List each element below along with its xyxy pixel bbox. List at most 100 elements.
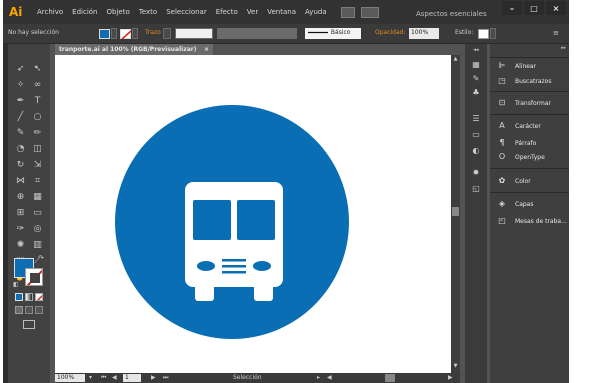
stroke-swatch[interactable] (120, 29, 132, 40)
stroke-label[interactable]: Trazo (145, 29, 161, 36)
brush-definition-dropdown[interactable]: Básico (305, 28, 361, 39)
zoom-field[interactable]: 100% (55, 374, 85, 382)
menu-ventana[interactable]: Ventana (267, 8, 296, 16)
artboard-canvas[interactable] (55, 55, 451, 373)
draw-normal-icon[interactable] (15, 306, 23, 314)
vertical-scroll-thumb[interactable] (452, 207, 459, 216)
panel-buscatrazos[interactable]: ◳ Buscatrazos (490, 74, 569, 88)
graphic-style-dropdown[interactable] (490, 28, 496, 39)
panel-color[interactable]: ✿ Color (490, 174, 569, 188)
width-icon[interactable]: ⋈ (12, 173, 29, 189)
fill-swatch[interactable] (99, 29, 110, 39)
gradient-icon[interactable]: ▭ (29, 205, 46, 221)
selection-icon[interactable]: ➶ (12, 61, 29, 77)
none-mode-icon[interactable] (35, 293, 43, 301)
panel-alinear[interactable]: ⊫ Alinear (490, 59, 569, 73)
close-tab-icon[interactable]: × (204, 44, 209, 55)
scroll-right-icon[interactable]: ▶ (448, 374, 453, 382)
next-artboard-icon[interactable]: ▶ (151, 374, 156, 382)
document-tab[interactable]: tranporte.ai al 100% (RGB/Previsualizar)… (55, 44, 213, 55)
ellipse-icon[interactable]: ○ (29, 109, 46, 125)
screen-mode-icon[interactable] (23, 320, 35, 329)
menu-edicion[interactable]: Edición (72, 8, 97, 16)
panel-opentype[interactable]: O OpenType (490, 150, 569, 164)
swatches-icon[interactable]: ▦ (470, 60, 482, 70)
variable-width-dropdown[interactable] (217, 28, 297, 39)
control-panel-menu-icon[interactable]: ≡ (553, 29, 559, 37)
opacity-field[interactable]: 100% (409, 28, 439, 39)
graph-icon[interactable]: ▥ (29, 237, 46, 253)
stroke-color-box[interactable] (25, 268, 43, 286)
close-button[interactable]: × (546, 1, 566, 15)
blend-icon[interactable]: ◎ (29, 221, 46, 237)
draw-inside-icon[interactable] (35, 306, 43, 314)
first-artboard-icon[interactable]: ⏮ (101, 374, 106, 382)
perspective-icon[interactable]: ▦ (29, 189, 46, 205)
menu-ver[interactable]: Ver (247, 8, 258, 16)
menu-archivo[interactable]: Archivo (37, 8, 63, 16)
menu-objeto[interactable]: Objeto (107, 8, 130, 16)
line-icon[interactable]: ╱ (12, 109, 29, 125)
eyedropper-icon[interactable]: ✑ (12, 221, 29, 237)
panels-collapse-icon[interactable]: ▸▸ (561, 45, 566, 51)
current-tool-status[interactable]: Selección (233, 374, 262, 382)
status-menu-icon[interactable]: ▸ (317, 374, 320, 382)
default-colors-icon[interactable]: ◧ (13, 281, 19, 288)
free-transform-icon[interactable]: ⌗ (29, 173, 46, 189)
eraser-icon[interactable]: ◫ (29, 141, 46, 157)
last-artboard-icon[interactable]: ⏭ (163, 374, 168, 382)
stroke-weight-dropdown[interactable] (175, 28, 213, 39)
panel-transformar[interactable]: ⊡ Transformar (490, 96, 569, 110)
symbols-icon[interactable]: ♣ (470, 88, 482, 98)
menu-ayuda[interactable]: Ayuda (305, 8, 327, 16)
appearance-panel-icon[interactable]: ✹ (470, 168, 482, 178)
workspace-switcher[interactable]: Aspectos esenciales (416, 10, 487, 18)
zoom-dropdown-icon[interactable]: ▾ (89, 374, 92, 382)
fill-dropdown[interactable] (111, 28, 117, 39)
panel-parrafo[interactable]: ¶ Párrafo (490, 136, 569, 150)
mesh-icon[interactable]: ⊞ (12, 205, 29, 221)
panel-caracter[interactable]: A Carácter (490, 119, 569, 133)
maximize-button[interactable]: □ (524, 1, 544, 15)
stroke-panel-icon[interactable]: ☰ (470, 114, 482, 124)
bus-icon-artwork[interactable] (55, 55, 451, 373)
lasso-icon[interactable]: ∞ (29, 77, 46, 93)
direct-selection-icon[interactable]: ➷ (29, 61, 46, 77)
gradient-panel-icon[interactable]: ▭ (470, 130, 482, 140)
panel-capas[interactable]: ◈ Capas (490, 197, 569, 211)
menu-efecto[interactable]: Efecto (216, 8, 238, 16)
graphic-style-swatch[interactable] (478, 29, 489, 39)
shape-builder-icon[interactable]: ⊕ (12, 189, 29, 205)
rotate-icon[interactable]: ↻ (12, 157, 29, 173)
draw-behind-icon[interactable] (25, 306, 33, 314)
blob-brush-icon[interactable]: ◔ (12, 141, 29, 157)
vertical-scrollbar[interactable]: ▲ ▼ (451, 55, 460, 373)
stroke-weight-field[interactable] (163, 28, 171, 39)
gradient-mode-icon[interactable] (25, 293, 33, 301)
color-mode-icon[interactable] (15, 293, 23, 301)
previous-artboard-icon[interactable]: ◀ (112, 374, 117, 382)
swap-fill-stroke-icon[interactable]: ↷ (38, 254, 44, 262)
horizontal-scroll-thumb[interactable] (385, 374, 395, 382)
brushes-icon[interactable]: ✎ (470, 74, 482, 84)
pencil-icon[interactable]: ✏ (29, 125, 46, 141)
magic-wand-icon[interactable]: ✧ (12, 77, 29, 93)
transparency-panel-icon[interactable]: ◐ (470, 146, 482, 156)
minimize-button[interactable]: – (502, 1, 522, 15)
dock-collapse-icon[interactable]: ◂◂ (470, 45, 482, 55)
type-icon[interactable]: T (29, 93, 46, 109)
scroll-left-icon[interactable]: ◀ (327, 374, 332, 382)
panel-mesas-de-trabajo[interactable]: ◰ Mesas de traba... (490, 214, 569, 228)
paintbrush-icon[interactable]: ✎ (12, 125, 29, 141)
symbol-sprayer-icon[interactable]: ✺ (12, 237, 29, 253)
graphic-styles-panel-icon[interactable]: ◱ (470, 184, 482, 194)
arrange-documents-button[interactable] (360, 6, 379, 18)
menu-texto[interactable]: Texto (139, 8, 157, 16)
opacity-label[interactable]: Opacidad: (375, 29, 406, 36)
artboard-number-field[interactable]: 1 (123, 374, 141, 382)
bridge-button[interactable] (340, 6, 355, 18)
scale-icon[interactable]: ⇲ (29, 157, 46, 173)
pen-icon[interactable]: ✒ (12, 93, 29, 109)
scroll-down-icon[interactable]: ▼ (452, 363, 459, 370)
stroke-dropdown[interactable] (132, 28, 138, 39)
